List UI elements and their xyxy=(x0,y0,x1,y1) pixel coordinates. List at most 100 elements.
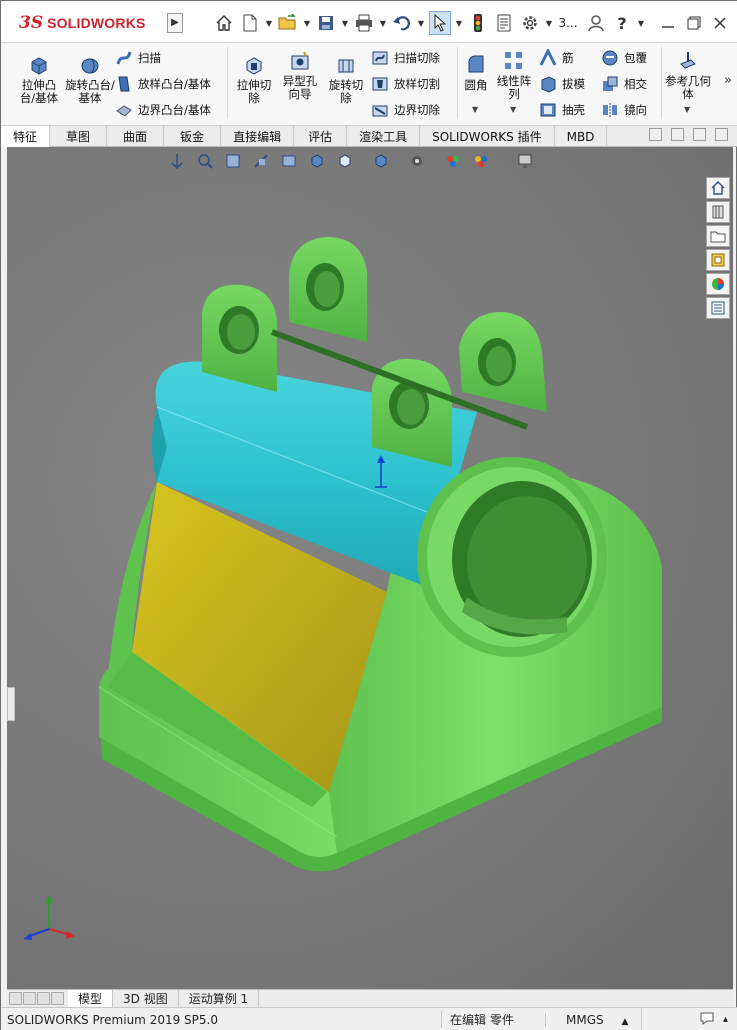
fillet-button[interactable]: 圆角 xyxy=(461,53,491,92)
file-properties-icon[interactable] xyxy=(493,11,515,35)
fillet-dropdown-arrow[interactable]: ▼ xyxy=(472,105,478,114)
next-tab-button[interactable] xyxy=(37,992,50,1005)
restore-window-icon[interactable] xyxy=(683,11,705,35)
swept-cut-button[interactable]: 扫描切除 xyxy=(371,48,440,68)
hole-wizard-button[interactable]: 异型孔向导 xyxy=(279,49,321,101)
first-tab-button[interactable] xyxy=(9,992,22,1005)
options-gear-icon[interactable] xyxy=(519,11,541,35)
tab-scroll-buttons xyxy=(9,992,64,1005)
tab-sketch[interactable]: 草图 xyxy=(50,126,108,147)
boundary-boss-label: 边界凸台/基体 xyxy=(138,103,211,117)
tab-sheet-metal[interactable]: 钣金 xyxy=(164,126,222,147)
feature-tree-collapse-handle[interactable] xyxy=(7,687,15,721)
zoom-to-area-icon[interactable] xyxy=(195,151,215,171)
print-icon[interactable] xyxy=(353,11,375,35)
open-folder-icon[interactable] xyxy=(277,11,299,35)
appearances-scenes-icon[interactable] xyxy=(706,273,730,295)
prev-tab-button[interactable] xyxy=(23,992,36,1005)
view-orientation-icon[interactable] xyxy=(307,151,327,171)
wrap-button[interactable]: 包覆 xyxy=(601,48,647,68)
search-commands-more[interactable]: 3... xyxy=(557,11,579,35)
tab-solidworks-addins[interactable]: SOLIDWORKS 插件 xyxy=(420,126,555,147)
loft-boss-button[interactable]: 放样凸台/基体 xyxy=(115,74,211,94)
extrude-boss-button[interactable]: 拉伸凸台/基体 xyxy=(17,53,61,105)
quick-tips-icon[interactable] xyxy=(699,1010,715,1029)
draft-button[interactable]: 拔模 xyxy=(539,74,585,94)
tab-3d-views[interactable]: 3D 视图 xyxy=(113,990,179,1007)
home-icon[interactable] xyxy=(213,11,235,35)
ribbon-more-chevron[interactable]: » xyxy=(724,73,732,88)
3d-model-part[interactable] xyxy=(7,147,733,989)
tab-surfaces[interactable]: 曲面 xyxy=(107,126,165,147)
solidworks-resources-home-icon[interactable] xyxy=(706,177,730,199)
options-dropdown-arrow[interactable]: ▼ xyxy=(545,11,553,35)
save-dropdown-arrow[interactable]: ▼ xyxy=(341,11,349,35)
dynamic-annotation-icon[interactable] xyxy=(279,151,299,171)
boundary-cut-button[interactable]: 边界切除 xyxy=(371,100,440,120)
undo-icon[interactable] xyxy=(391,11,413,35)
restore-doc-icon[interactable] xyxy=(693,128,706,141)
help-question-icon[interactable]: ? xyxy=(611,11,633,35)
edit-appearance-icon[interactable] xyxy=(407,151,427,171)
view-palette-icon[interactable] xyxy=(706,249,730,271)
select-cursor-icon[interactable] xyxy=(429,11,451,35)
undo-dropdown-arrow[interactable]: ▼ xyxy=(417,11,425,35)
lofted-cut-button[interactable]: 放样切割 xyxy=(371,74,440,94)
shell-button[interactable]: 抽壳 xyxy=(539,100,585,120)
reference-geometry-button[interactable]: 参考几何体 xyxy=(665,49,711,101)
revolve-boss-button[interactable]: 旋转凸台/基体 xyxy=(65,53,115,105)
revolve-cut-button[interactable]: 旋转切除 xyxy=(325,53,367,105)
linear-pattern-label: 线性阵列 xyxy=(496,74,532,101)
section-view-icon[interactable] xyxy=(251,151,271,171)
tile-right-icon[interactable] xyxy=(671,128,684,141)
new-document-icon[interactable] xyxy=(239,11,261,35)
tab-evaluate[interactable]: 评估 xyxy=(294,126,348,147)
ref-geometry-dropdown-arrow[interactable]: ▼ xyxy=(684,105,690,114)
extrude-cut-button[interactable]: 拉伸切除 xyxy=(233,53,275,105)
close-window-icon[interactable] xyxy=(709,11,731,35)
tile-left-icon[interactable] xyxy=(649,128,662,141)
rib-button[interactable]: 筋 xyxy=(539,48,574,68)
document-view-tabs: 模型 3D 视图 运动算例 1 xyxy=(7,989,733,1007)
custom-properties-icon[interactable] xyxy=(706,297,730,319)
tab-direct-editing[interactable]: 直接编辑 xyxy=(221,126,295,147)
tab-features[interactable]: 特征 xyxy=(1,126,51,147)
hide-show-items-icon[interactable] xyxy=(371,151,391,171)
tab-mbd[interactable]: MBD xyxy=(555,126,608,147)
status-more-icon[interactable]: ▴ xyxy=(723,1014,728,1025)
new-dropdown-arrow[interactable]: ▼ xyxy=(265,11,273,35)
save-icon[interactable] xyxy=(315,11,337,35)
select-dropdown-arrow[interactable]: ▼ xyxy=(455,11,463,35)
boundary-boss-button[interactable]: 边界凸台/基体 xyxy=(115,100,211,120)
solidworks-logo[interactable]: 3S SOLIDWORKS xyxy=(19,9,146,37)
print-dropdown-arrow[interactable]: ▼ xyxy=(379,11,387,35)
tab-render-tools[interactable]: 渲染工具 xyxy=(347,126,421,147)
user-account-icon[interactable] xyxy=(585,11,607,35)
last-tab-button[interactable] xyxy=(51,992,64,1005)
pattern-dropdown-arrow[interactable]: ▼ xyxy=(510,105,516,114)
mirror-button[interactable]: 镜向 xyxy=(601,100,647,120)
menu-expand-arrow[interactable]: ▶ xyxy=(167,13,183,33)
tab-model[interactable]: 模型 xyxy=(68,990,114,1007)
zoom-to-fit-icon[interactable] xyxy=(167,151,187,171)
file-explorer-folder-icon[interactable] xyxy=(706,225,730,247)
apply-scene-icon[interactable] xyxy=(443,151,463,171)
minimize-window-icon[interactable] xyxy=(657,11,679,35)
close-doc-icon[interactable] xyxy=(715,128,728,141)
monitor-view-icon[interactable] xyxy=(515,151,535,171)
help-dropdown-arrow[interactable]: ▼ xyxy=(637,11,645,35)
unit-system-selector[interactable]: MMGS ▲ xyxy=(545,1012,641,1027)
intersect-button[interactable]: 相交 xyxy=(601,74,647,94)
rebuild-traffic-light-icon[interactable] xyxy=(467,11,489,35)
previous-view-icon[interactable] xyxy=(223,151,243,171)
linear-pattern-button[interactable]: 线性阵列 xyxy=(495,49,533,101)
extrude-boss-label: 拉伸凸台/基体 xyxy=(19,78,59,105)
graphics-area[interactable] xyxy=(7,147,733,989)
design-library-icon[interactable] xyxy=(706,201,730,223)
sweep-button[interactable]: 扫描 xyxy=(115,48,161,68)
open-dropdown-arrow[interactable]: ▼ xyxy=(303,11,311,35)
view-settings-icon[interactable] xyxy=(471,151,491,171)
lofted-cut-icon xyxy=(371,75,389,93)
display-style-icon[interactable] xyxy=(335,151,355,171)
tab-motion-study-1[interactable]: 运动算例 1 xyxy=(179,990,260,1007)
